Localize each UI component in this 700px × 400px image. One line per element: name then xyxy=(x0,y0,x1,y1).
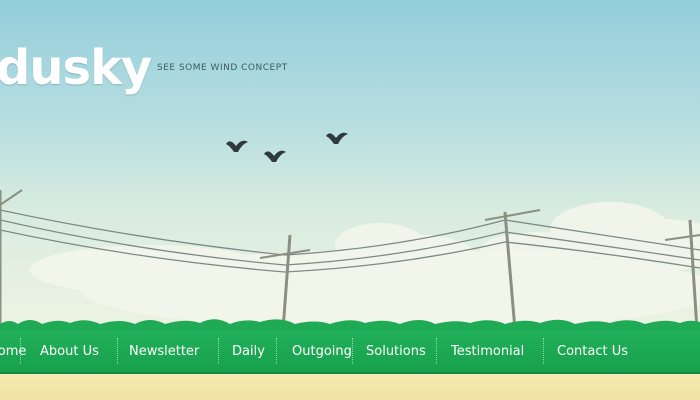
ground-strip xyxy=(0,374,700,400)
nav-item-outgoing[interactable]: Outgoing xyxy=(292,330,352,372)
nav-item-solutions[interactable]: Solutions xyxy=(366,330,426,372)
nav-divider xyxy=(20,338,22,364)
grass-illustration xyxy=(0,319,700,330)
nav-item-about-us[interactable]: About Us xyxy=(40,330,99,372)
main-navigation: Home About Us Newsletter Daily Outgoing … xyxy=(0,330,700,374)
nav-item-daily[interactable]: Daily xyxy=(232,330,265,372)
header-banner: dusky SEE SOME WIND CONCEPT xyxy=(0,0,700,330)
birds-icon xyxy=(226,132,348,162)
nav-item-newsletter[interactable]: Newsletter xyxy=(129,330,199,372)
nav-divider xyxy=(543,338,545,364)
site-tagline: SEE SOME WIND CONCEPT xyxy=(157,63,288,73)
nav-divider xyxy=(117,338,119,364)
nav-divider xyxy=(218,338,220,364)
nav-divider xyxy=(276,338,278,364)
nav-item-testimonial[interactable]: Testimonial xyxy=(451,330,524,372)
nav-item-home[interactable]: Home xyxy=(0,330,26,372)
nav-divider xyxy=(352,338,354,364)
nav-divider xyxy=(436,338,438,364)
power-lines-illustration xyxy=(0,189,700,330)
site-logo[interactable]: dusky xyxy=(0,40,152,96)
nav-item-contact-us[interactable]: Contact Us xyxy=(557,330,628,372)
